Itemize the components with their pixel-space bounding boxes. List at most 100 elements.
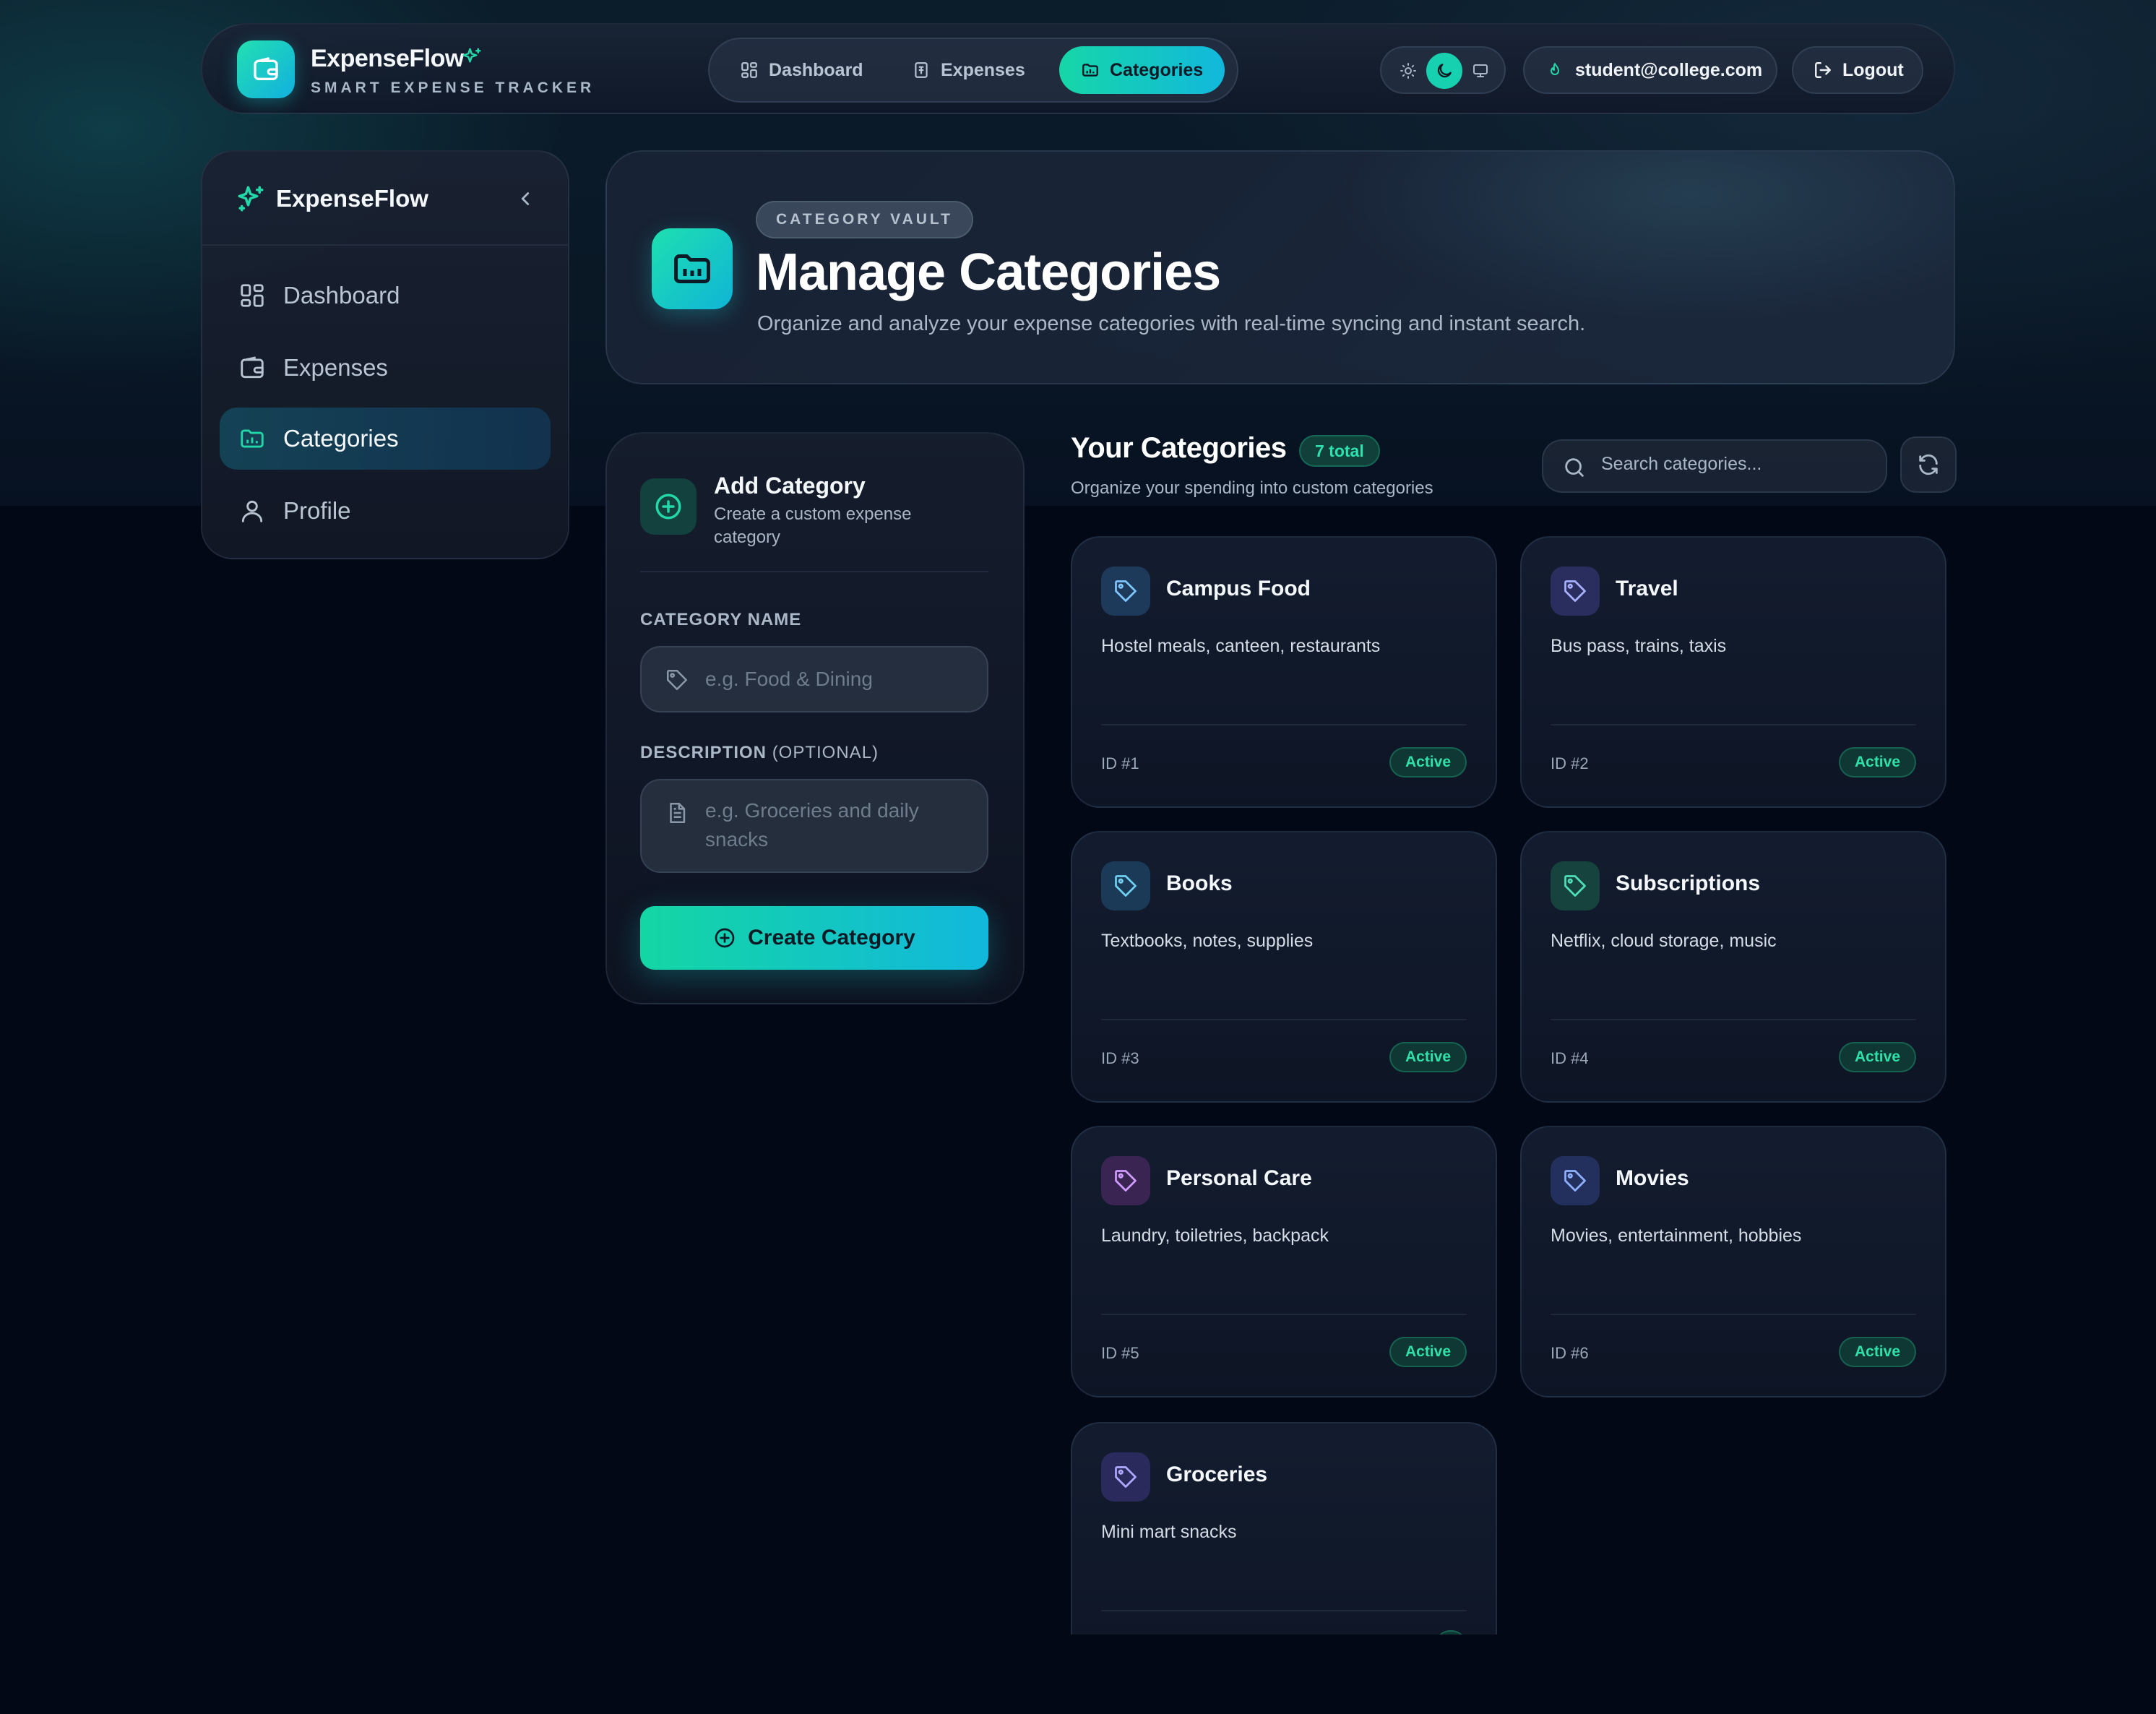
- wallet-icon: [254, 57, 278, 81]
- nav-dashboard-label: Dashboard: [769, 59, 863, 80]
- divider: [1101, 1610, 1467, 1611]
- receipt-icon: [915, 62, 928, 78]
- section-chip: CATEGORY VAULT: [756, 201, 973, 238]
- category-id: ID #5: [1101, 1344, 1139, 1362]
- theme-system-button[interactable]: [1462, 53, 1499, 89]
- category-card[interactable]: Groceries Mini mart snacks: [1071, 1422, 1497, 1635]
- category-name: Personal Care: [1166, 1166, 1312, 1190]
- tag-icon: [1101, 861, 1150, 910]
- sidebar: ExpenseFlow Dashboard Expenses Categorie…: [201, 150, 569, 559]
- folder-chart-icon: [241, 429, 264, 448]
- category-id: ID #3: [1101, 1049, 1139, 1067]
- sidebar-item-label: Expenses: [283, 354, 388, 381]
- category-name-label: CATEGORY NAME: [640, 610, 802, 629]
- divider: [1551, 724, 1916, 725]
- sidebar-item-profile[interactable]: Profile: [220, 480, 551, 542]
- status-badge: Active: [1389, 1042, 1467, 1072]
- hero-icon-badge: [652, 228, 733, 309]
- category-description: Bus pass, trains, taxis: [1551, 636, 1727, 656]
- add-category-form: Add Category Create a custom expense cat…: [605, 432, 1025, 1004]
- user-email: student@college.com: [1575, 59, 1763, 80]
- user-icon: [241, 500, 263, 522]
- nav-dashboard[interactable]: Dashboard: [718, 46, 885, 94]
- page-hero: CATEGORY VAULT Manage Categories Organiz…: [605, 150, 1955, 384]
- theme-dark-button[interactable]: [1426, 53, 1462, 89]
- sidebar-item-label: Categories: [283, 425, 399, 452]
- category-description: Hostel meals, canteen, restaurants: [1101, 636, 1381, 656]
- top-navbar: ExpenseFlow SMART EXPENSE TRACKER Dashbo…: [201, 23, 1955, 114]
- category-description: Laundry, toiletries, backpack: [1101, 1226, 1329, 1246]
- main-nav: Dashboard Expenses Categories: [708, 38, 1238, 103]
- sidebar-item-categories[interactable]: Categories: [220, 408, 551, 470]
- folder-chart-icon: [674, 254, 710, 283]
- flame-icon: [1551, 63, 1559, 75]
- status-badge: Active: [1838, 747, 1916, 778]
- sidebar-item-dashboard[interactable]: Dashboard: [220, 264, 551, 327]
- status-badge: Active: [1838, 1042, 1916, 1072]
- theme-light-button[interactable]: [1390, 53, 1426, 89]
- categories-count-badge: 7 total: [1299, 435, 1380, 467]
- sidebar-header: ExpenseFlow: [202, 152, 568, 246]
- category-card[interactable]: Books Textbooks, notes, supplies ID #3 A…: [1071, 831, 1497, 1103]
- search-input[interactable]: Search categories...: [1542, 439, 1887, 493]
- category-description: Mini mart snacks: [1101, 1522, 1237, 1542]
- tag-icon: [1551, 861, 1600, 910]
- category-card[interactable]: Campus Food Hostel meals, canteen, resta…: [1071, 536, 1497, 808]
- category-card[interactable]: Personal Care Laundry, toiletries, backp…: [1071, 1126, 1497, 1398]
- nav-expenses-label: Expenses: [941, 59, 1025, 80]
- description-label: DESCRIPTION (OPTIONAL): [640, 743, 879, 763]
- category-card[interactable]: Subscriptions Netflix, cloud storage, mu…: [1520, 831, 1946, 1103]
- category-name: Books: [1166, 871, 1233, 895]
- logout-button[interactable]: Logout: [1792, 46, 1923, 94]
- sidebar-item-label: Profile: [283, 497, 351, 524]
- dashboard-grid-icon: [741, 62, 757, 78]
- sidebar-title: ExpenseFlow: [276, 185, 428, 212]
- status-badge: Active: [1838, 1337, 1916, 1367]
- page-subtitle: Organize and analyze your expense catego…: [757, 312, 1586, 335]
- chevron-left-icon: [521, 192, 530, 205]
- brand-logo[interactable]: [237, 40, 295, 98]
- form-subtitle: Create a custom expense category: [714, 504, 912, 547]
- folder-chart-icon: [1082, 64, 1098, 77]
- tag-icon: [1101, 1156, 1150, 1205]
- divider: [1101, 1314, 1467, 1315]
- category-id: ID #2: [1551, 754, 1589, 772]
- brand-tagline: SMART EXPENSE TRACKER: [311, 79, 595, 96]
- nav-categories[interactable]: Categories: [1059, 46, 1225, 94]
- divider: [1551, 1019, 1916, 1020]
- category-id: ID #6: [1551, 1344, 1589, 1362]
- nav-expenses[interactable]: Expenses: [890, 46, 1047, 94]
- brand-name: ExpenseFlow: [311, 45, 464, 72]
- create-category-button[interactable]: Create Category: [640, 906, 988, 970]
- category-name-placeholder: e.g. Food & Dining: [705, 668, 873, 690]
- category-name-input[interactable]: e.g. Food & Dining: [640, 646, 988, 712]
- category-card[interactable]: Travel Bus pass, trains, taxis ID #2 Act…: [1520, 536, 1946, 808]
- monitor-icon: [1473, 64, 1488, 77]
- sun-icon: [1400, 63, 1416, 79]
- category-description: Textbooks, notes, supplies: [1101, 931, 1314, 951]
- categories-subtitle: Organize your spending into custom categ…: [1071, 478, 1433, 498]
- category-name: Subscriptions: [1616, 871, 1761, 895]
- refresh-button[interactable]: [1900, 436, 1957, 493]
- sparkles-icon: [236, 184, 266, 218]
- description-input[interactable]: e.g. Groceries and daily snacks: [640, 779, 988, 873]
- category-name: Travel: [1616, 577, 1678, 600]
- tag-icon: [1551, 1156, 1600, 1205]
- theme-switcher: [1380, 46, 1506, 94]
- search-icon: [1562, 455, 1587, 483]
- user-account[interactable]: student@college.com: [1523, 46, 1777, 94]
- plus-circle-icon: [640, 478, 697, 535]
- sidebar-item-label: Dashboard: [283, 282, 400, 309]
- sidebar-item-expenses[interactable]: Expenses: [220, 337, 551, 399]
- collapse-sidebar-button[interactable]: [514, 188, 536, 213]
- categories-title: Your Categories: [1071, 432, 1287, 464]
- description-optional-text: (OPTIONAL): [772, 743, 879, 762]
- refresh-icon: [1919, 454, 1938, 475]
- category-description: Netflix, cloud storage, music: [1551, 931, 1777, 951]
- tag-icon: [1101, 567, 1150, 616]
- category-card[interactable]: Movies Movies, entertainment, hobbies ID…: [1520, 1126, 1946, 1398]
- status-badge: Active: [1389, 1337, 1467, 1367]
- category-name: Campus Food: [1166, 577, 1311, 600]
- search-placeholder: Search categories...: [1601, 454, 1762, 474]
- divider: [1101, 724, 1467, 725]
